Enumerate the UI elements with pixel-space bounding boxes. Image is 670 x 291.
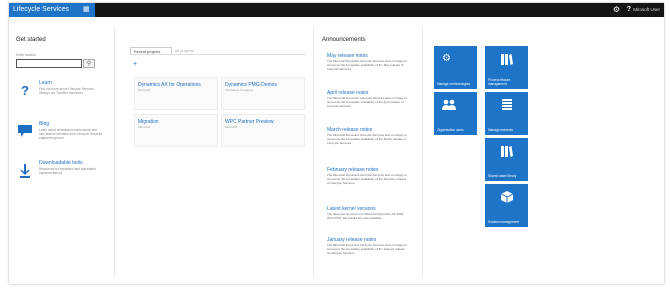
books-icon: [485, 53, 528, 69]
project-card-subtitle: Microsoft: [225, 125, 238, 129]
tile-process-feature-management[interactable]: Process feature management: [485, 46, 528, 89]
downloadable-tools-description: Resources for expanded and automated imp…: [39, 167, 96, 175]
announcement-item: January release notes The Microsoft Dyna…: [327, 237, 407, 256]
gear-icon: ⚙: [442, 53, 451, 64]
project-card-subtitle: Microsoft: [138, 88, 151, 92]
tile-manage-incidents[interactable]: Manage incidents: [485, 92, 528, 135]
top-bar: Lifecycle Services ▦ ⚙ ? Mirosoft User: [9, 3, 664, 17]
project-card-subtitle: Test Demo Company: [225, 88, 254, 92]
list-icon: [485, 99, 528, 114]
search-label: Enter search: [16, 53, 36, 57]
question-icon: ?: [21, 83, 29, 98]
tile-label: Manage methodologies: [437, 82, 471, 86]
tile-label: Shared asset library: [488, 174, 517, 178]
announcement-text: The Microsoft Dynamics Lifecycle Service…: [327, 133, 407, 145]
announcements-title: Announcements: [322, 37, 366, 43]
announcement-text: The Microsoft Dynamics Lifecycle Service…: [327, 96, 407, 108]
tile-label: Organization users: [437, 128, 464, 132]
search-icon: ⚲: [86, 61, 92, 67]
blog-description: Learn about scheduled maintenance and ne…: [39, 128, 103, 140]
announcement-item: April release notes The Microsoft Dynami…: [327, 90, 407, 109]
project-card[interactable]: Dynamics AX for Operations Microsoft: [134, 77, 218, 110]
tile-organization-users[interactable]: Organization users: [434, 92, 477, 135]
column-divider: [422, 27, 423, 277]
project-card[interactable]: Migration Microsoft: [134, 114, 218, 147]
project-card[interactable]: WPC Partner Preview Microsoft: [221, 114, 305, 147]
blog-link[interactable]: Blog: [39, 121, 49, 127]
announcement-item: March release notes The Microsoft Dynami…: [327, 127, 407, 146]
app-window: Lifecycle Services ▦ ⚙ ? Mirosoft User G…: [9, 3, 664, 284]
chat-icon: [18, 124, 32, 142]
tile-label: Process feature management: [488, 78, 511, 86]
download-icon: [18, 164, 32, 183]
project-card-subtitle: Microsoft: [138, 125, 151, 129]
column-divider: [114, 27, 115, 277]
announcement-text: The Microsoft Dynamics Lifecycle Service…: [327, 59, 407, 71]
announcement-text: The latest kernel version for Microsoft …: [327, 212, 405, 220]
app-menu-icon[interactable]: ▦: [83, 6, 90, 14]
tile-label: Solution management: [488, 220, 520, 224]
help-icon[interactable]: ?: [627, 5, 631, 15]
search-button[interactable]: ⚲: [83, 59, 95, 68]
announcement-text: The Microsoft Dynamics Lifecycle Service…: [327, 173, 407, 185]
announcement-text: The Microsoft Dynamics Lifecycle Service…: [327, 243, 407, 255]
books-icon: [485, 145, 528, 161]
announcement-item: Latest kernel versions The latest kernel…: [327, 206, 407, 221]
package-icon: [485, 191, 528, 207]
announcement-item: May release notes The Microsoft Dynamics…: [327, 53, 407, 72]
users-icon: [434, 99, 477, 114]
learn-description: Find out more about Lifecycle Services t…: [39, 87, 94, 95]
user-name[interactable]: Mirosoft User: [633, 5, 660, 15]
tile-solution-management[interactable]: Solution management: [485, 184, 528, 227]
add-project-icon[interactable]: +: [133, 61, 137, 68]
get-started-title: Get started: [16, 37, 46, 43]
project-card[interactable]: Dynamics PMG Demos Test Demo Company: [221, 77, 305, 110]
announcement-item: February release notes The Microsoft Dyn…: [327, 167, 407, 186]
tile-label: Manage incidents: [488, 128, 513, 132]
tile-shared-asset-library[interactable]: Shared asset library: [485, 138, 528, 181]
search-input[interactable]: [16, 59, 82, 68]
settings-gear-icon[interactable]: ⚙: [613, 5, 620, 15]
column-divider: [313, 27, 314, 277]
tab-underline: [130, 54, 306, 55]
learn-link[interactable]: Learn: [39, 80, 52, 86]
downloadable-tools-link[interactable]: Downloadable tools: [39, 160, 83, 166]
tile-manage-methodologies[interactable]: ⚙ Manage methodologies: [434, 46, 477, 89]
